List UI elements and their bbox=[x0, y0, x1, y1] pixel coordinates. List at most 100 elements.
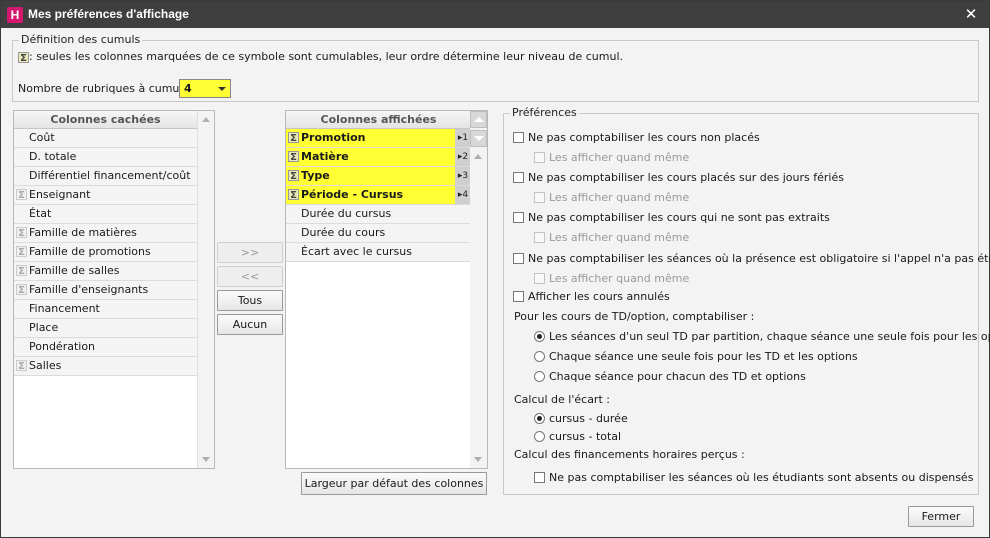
preferences-legend: Préférences bbox=[510, 106, 579, 119]
td-option-radio-2[interactable]: Chaque séance une seule fois pour les TD… bbox=[534, 350, 858, 364]
hidden-column-label: Famille d'enseignants bbox=[29, 283, 149, 296]
radio-icon bbox=[534, 331, 545, 342]
option-3-sub-checkbox[interactable]: Les afficher quand même bbox=[534, 231, 689, 245]
option-1-label: Ne pas comptabiliser les cours non placé… bbox=[528, 131, 760, 144]
arrow-down-icon bbox=[474, 136, 484, 141]
app-logo-icon: H bbox=[7, 7, 23, 23]
td-option-2-label: Chaque séance une seule fois pour les TD… bbox=[549, 350, 858, 363]
close-button[interactable]: Fermer bbox=[908, 506, 974, 527]
hidden-column-row[interactable]: Σ Salles bbox=[14, 357, 197, 376]
shown-column-row[interactable]: Σ Période - Cursus ▸4 bbox=[286, 186, 471, 205]
hidden-column-label: Salles bbox=[29, 359, 62, 372]
hidden-column-row[interactable]: Σ Famille d'enseignants bbox=[14, 281, 197, 300]
option-3-label: Ne pas comptabiliser les cours qui ne so… bbox=[528, 211, 830, 224]
shown-column-label: Période - Cursus bbox=[301, 188, 404, 201]
checkbox-icon bbox=[534, 152, 545, 163]
cumul-order-badge: ▸2 bbox=[455, 148, 471, 166]
option-3-checkbox[interactable]: Ne pas comptabiliser les cours qui ne so… bbox=[513, 211, 830, 225]
shown-column-row[interactable]: Durée du cours bbox=[286, 224, 471, 243]
hide-all-button[interactable]: Aucun bbox=[217, 314, 283, 335]
financement-checkbox[interactable]: Ne pas comptabiliser les séances où les … bbox=[534, 471, 973, 485]
shown-column-row[interactable]: Écart avec le cursus bbox=[286, 243, 471, 262]
scroll-up-icon[interactable] bbox=[202, 117, 210, 122]
hidden-column-row[interactable]: Différentiel financement/coût bbox=[14, 167, 197, 186]
scroll-down-icon[interactable] bbox=[202, 457, 210, 462]
move-up-button[interactable] bbox=[470, 111, 487, 128]
hidden-column-label: Place bbox=[29, 321, 59, 334]
option-2-checkbox[interactable]: Ne pas comptabiliser les cours placés su… bbox=[513, 171, 844, 185]
checkbox-icon bbox=[513, 132, 524, 143]
shown-column-row[interactable]: Σ Matière ▸2 bbox=[286, 148, 471, 167]
hidden-column-row[interactable]: Σ Famille de salles bbox=[14, 262, 197, 281]
hidden-column-label: D. totale bbox=[29, 150, 77, 163]
hidden-column-row[interactable]: Pondération bbox=[14, 338, 197, 357]
hidden-column-row[interactable]: Σ Famille de promotions bbox=[14, 243, 197, 262]
scroll-down-icon[interactable] bbox=[474, 457, 482, 462]
option-2-sub-label: Les afficher quand même bbox=[549, 191, 690, 204]
sigma-icon: Σ bbox=[288, 151, 299, 163]
option-4-checkbox[interactable]: Ne pas comptabiliser les séances où la p… bbox=[513, 252, 990, 266]
shown-column-row[interactable]: Durée du cursus bbox=[286, 205, 471, 224]
hidden-column-row[interactable]: Σ Famille de matières bbox=[14, 224, 197, 243]
hidden-column-row[interactable]: Place bbox=[14, 319, 197, 338]
hidden-column-label: Coût bbox=[29, 131, 55, 144]
financement-label: Calcul des financements horaires perçus … bbox=[514, 448, 745, 461]
sigma-icon: Σ bbox=[16, 227, 27, 239]
show-all-button[interactable]: Tous bbox=[217, 290, 283, 311]
option-2-sub-checkbox[interactable]: Les afficher quand même bbox=[534, 191, 689, 205]
shown-columns-list[interactable]: Colonnes affichées Σ Promotion ▸1 Σ Matière ▸… bbox=[285, 110, 488, 469]
td-option-radio-1[interactable]: Les séances d'un seul TD par partition, … bbox=[534, 330, 990, 344]
scroll-up-icon[interactable] bbox=[474, 154, 482, 159]
cumul-count-dropdown[interactable]: 4 bbox=[179, 79, 231, 98]
checkbox-icon bbox=[513, 291, 524, 302]
financement-option-label: Ne pas comptabiliser les séances où les … bbox=[549, 471, 974, 484]
radio-icon bbox=[534, 413, 545, 424]
hidden-columns-list[interactable]: Colonnes cachées Coût D. totale Différenti… bbox=[13, 110, 215, 469]
option-1-sub-checkbox[interactable]: Les afficher quand même bbox=[534, 151, 689, 165]
hidden-column-label: Financement bbox=[29, 302, 100, 315]
option-3-sub-label: Les afficher quand même bbox=[549, 231, 690, 244]
shown-column-row[interactable]: Σ Type ▸3 bbox=[286, 167, 471, 186]
option-1-sub-label: Les afficher quand même bbox=[549, 151, 690, 164]
cumul-definition-legend: Définition des cumuls bbox=[19, 33, 143, 46]
preferences-group: Préférences Ne pas comptabiliser les cou… bbox=[503, 106, 990, 495]
sigma-icon: Σ bbox=[18, 51, 29, 64]
close-icon[interactable]: ✕ bbox=[963, 5, 979, 23]
hidden-column-row[interactable]: Σ Enseignant bbox=[14, 186, 197, 205]
arrow-up-icon bbox=[474, 117, 484, 122]
cumul-info: Σ: seules les colonnes marquées de ce sy… bbox=[18, 50, 623, 64]
sigma-icon: Σ bbox=[288, 170, 299, 182]
option-4-label: Ne pas comptabiliser les séances où la p… bbox=[528, 252, 990, 265]
hidden-column-label: Famille de matières bbox=[29, 226, 137, 239]
checkbox-icon bbox=[534, 232, 545, 243]
preferences-dialog: H Mes préférences d'affichage ✕ Définiti… bbox=[0, 0, 990, 538]
remove-columns-button[interactable]: << bbox=[217, 266, 283, 287]
add-columns-button[interactable]: >> bbox=[217, 242, 283, 263]
window-title: Mes préférences d'affichage bbox=[28, 7, 189, 21]
option-4-sub-checkbox[interactable]: Les afficher quand même bbox=[534, 272, 689, 286]
hidden-column-row[interactable]: État bbox=[14, 205, 197, 224]
sigma-icon: Σ bbox=[16, 284, 27, 296]
hidden-column-label: Pondération bbox=[29, 340, 96, 353]
shown-columns-scrollbar[interactable] bbox=[470, 111, 487, 468]
td-option-label: Pour les cours de TD/option, comptabilis… bbox=[514, 310, 755, 323]
checkbox-icon bbox=[513, 253, 524, 264]
move-down-button[interactable] bbox=[470, 130, 487, 147]
td-option-radio-3[interactable]: Chaque séance pour chacun des TD et opti… bbox=[534, 370, 806, 384]
hidden-column-row[interactable]: Coût bbox=[14, 129, 197, 148]
ecart-radio-2[interactable]: cursus - total bbox=[534, 430, 621, 444]
shown-column-row[interactable]: Σ Promotion ▸1 bbox=[286, 129, 471, 148]
show-cancelled-checkbox[interactable]: Afficher les cours annulés bbox=[513, 290, 670, 304]
option-1-checkbox[interactable]: Ne pas comptabiliser les cours non placé… bbox=[513, 131, 760, 145]
hidden-column-row[interactable]: Financement bbox=[14, 300, 197, 319]
radio-icon bbox=[534, 431, 545, 442]
shown-columns-header: Colonnes affichées bbox=[286, 111, 471, 129]
hidden-column-row[interactable]: D. totale bbox=[14, 148, 197, 167]
radio-icon bbox=[534, 351, 545, 362]
ecart-radio-1[interactable]: cursus - durée bbox=[534, 412, 628, 426]
default-width-button[interactable]: Largeur par défaut des colonnes bbox=[301, 472, 487, 495]
sigma-icon: Σ bbox=[288, 132, 299, 144]
option-2-label: Ne pas comptabiliser les cours placés su… bbox=[528, 171, 844, 184]
title-bar[interactable]: H Mes préférences d'affichage ✕ bbox=[1, 1, 989, 28]
hidden-columns-scrollbar[interactable] bbox=[197, 111, 214, 468]
